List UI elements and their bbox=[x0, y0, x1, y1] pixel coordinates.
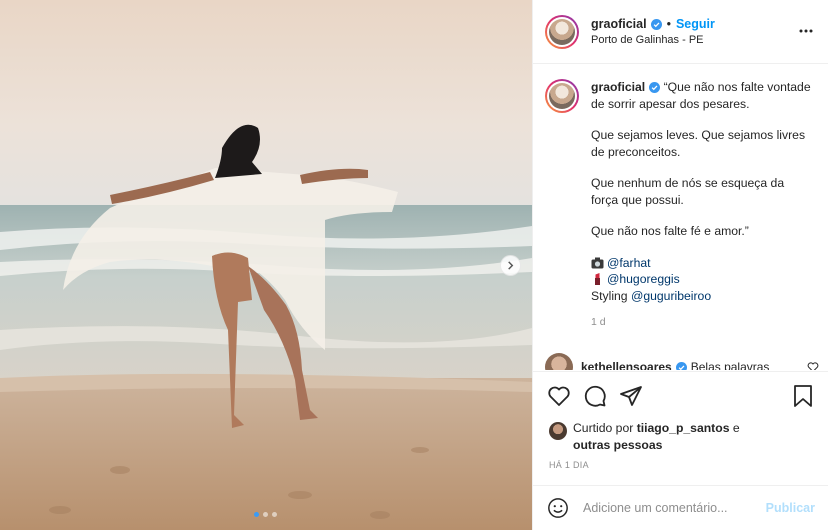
liked-by-middle: e bbox=[729, 421, 740, 435]
caption-line-3: Que nenhum de nós se esqueça da força qu… bbox=[591, 176, 785, 207]
commenter-username[interactable]: kethellensoares bbox=[581, 360, 672, 370]
action-bar bbox=[533, 371, 828, 421]
location-link[interactable]: Porto de Galinhas - PE bbox=[591, 34, 715, 46]
camera-icon bbox=[591, 257, 604, 268]
separator-dot: • bbox=[666, 17, 671, 31]
liker-username[interactable]: tiiago_p_santos bbox=[637, 421, 730, 435]
carousel-dot bbox=[272, 512, 277, 517]
post-photo[interactable] bbox=[0, 0, 532, 530]
emoji-icon[interactable] bbox=[547, 497, 569, 519]
heart-icon[interactable] bbox=[547, 384, 571, 408]
post-date[interactable]: HÁ 1 DIA bbox=[549, 460, 589, 470]
comment-input[interactable] bbox=[583, 501, 753, 515]
chevron-right-icon bbox=[508, 261, 514, 270]
commenter-avatar[interactable] bbox=[545, 353, 573, 370]
comment-icon[interactable] bbox=[583, 384, 607, 408]
author-avatar[interactable] bbox=[545, 14, 579, 49]
caption-line-4: Que não nos falte fé e amor.” bbox=[591, 224, 749, 238]
comment-text: Belas palavras bbox=[690, 360, 770, 370]
add-comment-bar: Publicar bbox=[533, 485, 828, 530]
post-modal: graoficial • Seguir Porto de Galinhas - … bbox=[0, 0, 828, 530]
liked-by: Curtido por tiiago_p_santos e outras pes… bbox=[549, 420, 763, 453]
credit-mention-makeup[interactable]: @hugoreggis bbox=[607, 272, 680, 286]
carousel-dot bbox=[263, 512, 268, 517]
verified-badge-icon bbox=[650, 18, 662, 30]
caption-line-2: Que sejamos leves. Que sejamos livres de… bbox=[591, 128, 806, 159]
more-options-icon[interactable] bbox=[799, 24, 813, 38]
credit-styling-label: Styling bbox=[591, 288, 631, 303]
lipstick-icon bbox=[595, 273, 600, 285]
save-bookmark-icon[interactable] bbox=[791, 384, 815, 408]
caption-username[interactable]: graoficial bbox=[591, 80, 645, 94]
caption-age: 1 d bbox=[591, 316, 606, 328]
next-image-button[interactable] bbox=[500, 255, 521, 276]
post-sidebar: graoficial • Seguir Porto de Galinhas - … bbox=[532, 0, 828, 530]
post-header: graoficial • Seguir Porto de Galinhas - … bbox=[533, 0, 828, 64]
follow-button[interactable]: Seguir bbox=[676, 17, 715, 31]
carousel-dot bbox=[254, 512, 259, 517]
liked-by-prefix: Curtido por bbox=[573, 421, 637, 435]
credit-mention-styling[interactable]: @guguribeiroo bbox=[631, 289, 711, 303]
verified-badge-icon bbox=[649, 82, 661, 94]
publish-button[interactable]: Publicar bbox=[766, 501, 815, 515]
comments-section[interactable]: graoficial “Que não nos falte vontade de… bbox=[533, 65, 828, 370]
credit-mention-photo[interactable]: @farhat bbox=[607, 256, 651, 270]
share-icon[interactable] bbox=[619, 384, 643, 408]
comment-item: kethellensoares Belas palavras bbox=[545, 353, 769, 370]
carousel-indicator bbox=[254, 512, 277, 517]
other-likers-link[interactable]: outras pessoas bbox=[573, 438, 662, 452]
like-comment-icon[interactable] bbox=[807, 361, 819, 370]
post-caption: graoficial “Que não nos falte vontade de… bbox=[545, 79, 811, 331]
liker-avatar[interactable] bbox=[549, 422, 567, 440]
beach-photo bbox=[0, 0, 532, 530]
verified-badge-icon bbox=[675, 361, 687, 370]
author-username[interactable]: graoficial bbox=[591, 17, 647, 31]
caption-avatar[interactable] bbox=[545, 79, 579, 113]
